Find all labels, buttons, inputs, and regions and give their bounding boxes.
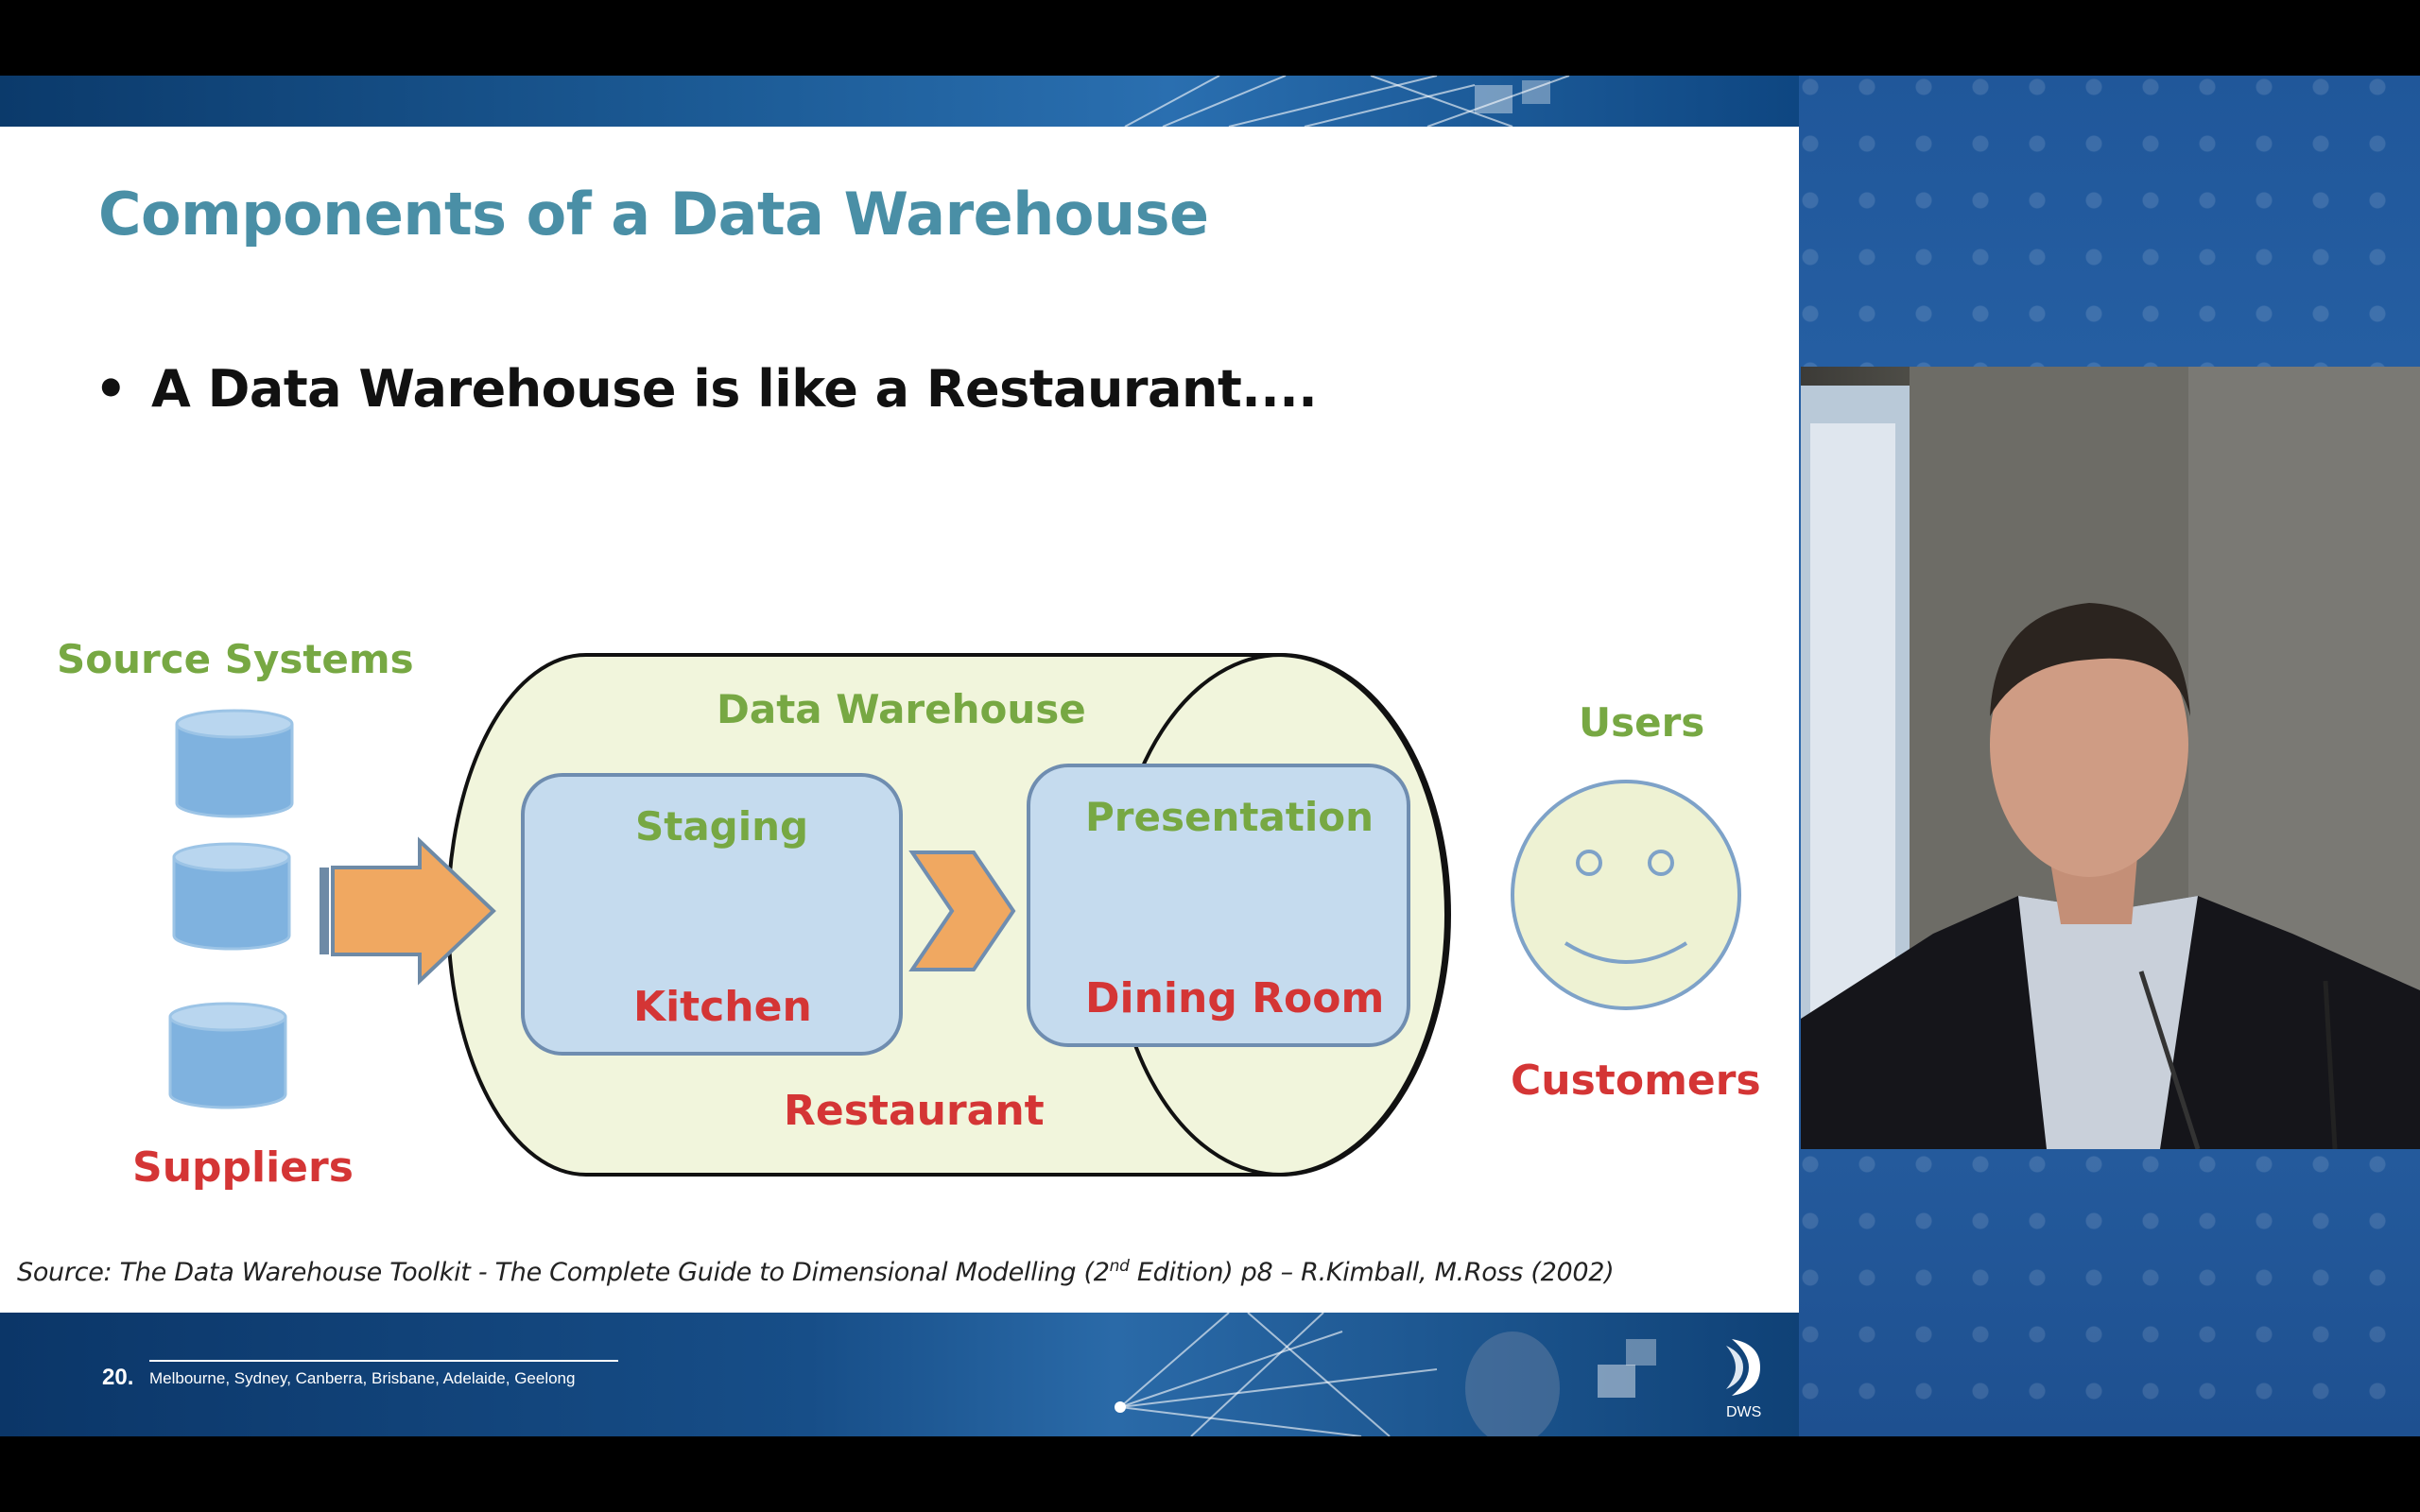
source-citation-text: Source: The Data Warehouse Toolkit - The… xyxy=(17,1258,1110,1287)
footer-divider xyxy=(149,1360,618,1362)
source-citation-suffix: Edition) p8 – R.Kimball, M.Ross (2002) xyxy=(1129,1258,1615,1287)
presentation-slide: Components of a Data Warehouse • A Data W… xyxy=(0,76,1799,1436)
kitchen-label: Kitchen xyxy=(633,983,812,1031)
dining-room-label: Dining Room xyxy=(1085,974,1385,1022)
database-icon xyxy=(168,1002,287,1109)
users-label: Users xyxy=(1579,699,1705,746)
source-citation: Source: The Data Warehouse Toolkit - The… xyxy=(17,1257,1615,1287)
staging-label: Staging xyxy=(635,803,809,850)
speaker-image xyxy=(1801,367,2420,1149)
page-number: 20. xyxy=(102,1365,134,1390)
video-frame: Components of a Data Warehouse • A Data W… xyxy=(0,76,2420,1436)
customers-label: Customers xyxy=(1511,1057,1761,1105)
source-superscript: nd xyxy=(1109,1257,1130,1276)
database-icon xyxy=(172,842,291,951)
footer-cities: Melbourne, Sydney, Canberra, Brisbane, A… xyxy=(149,1369,576,1387)
dws-logo-text: DWS xyxy=(1726,1404,1762,1420)
speaker-video xyxy=(1801,367,2420,1149)
suppliers-label: Suppliers xyxy=(132,1143,354,1192)
presentation-label: Presentation xyxy=(1085,794,1374,840)
dws-logo-icon xyxy=(1726,1339,1760,1396)
source-systems-label: Source Systems xyxy=(57,636,414,682)
restaurant-label: Restaurant xyxy=(784,1087,1045,1135)
data-warehouse-label: Data Warehouse xyxy=(717,686,1086,732)
smiley-face-icon xyxy=(1511,780,1741,1010)
database-icon xyxy=(175,709,294,818)
